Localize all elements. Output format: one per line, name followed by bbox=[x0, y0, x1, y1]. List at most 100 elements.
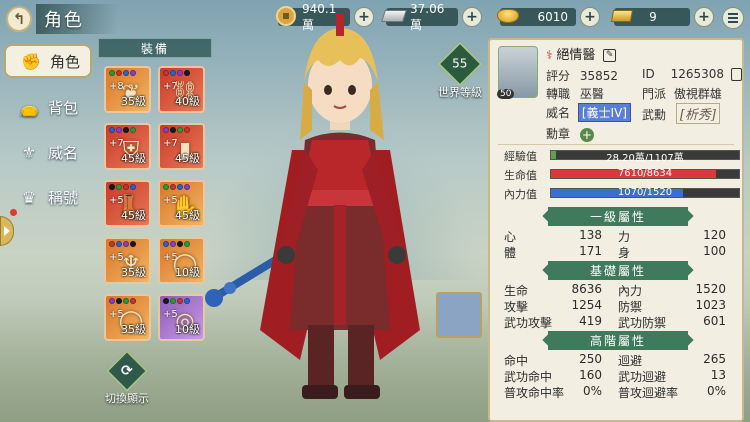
gem-socket-icon bbox=[116, 184, 122, 190]
equipment-slot[interactable]: +5 ◎ 10級 bbox=[158, 294, 205, 341]
gem-socket-icon bbox=[130, 70, 136, 76]
stat-row: 生命 8636 bbox=[504, 282, 602, 299]
stat-row: 普攻命中率 0% bbox=[504, 384, 602, 401]
swap-display-button[interactable]: ⟳ 切換顯示 bbox=[101, 349, 153, 406]
fame-value[interactable]: [義士IV] bbox=[577, 103, 631, 122]
equipment-slot[interactable]: +7 ⛨ 45級 bbox=[104, 123, 151, 170]
stat-label: 生命 bbox=[504, 284, 529, 298]
gem-socket-icon bbox=[116, 127, 122, 133]
stat-label: 力 bbox=[618, 230, 631, 244]
sect-value: 傲視群雄 bbox=[673, 87, 722, 101]
gem-socket-icon bbox=[109, 241, 115, 247]
gem-socket-icon bbox=[130, 127, 136, 133]
stat-label: 身 bbox=[618, 246, 631, 260]
item-level: 35級 bbox=[121, 323, 146, 336]
stat-bar-text: 1070/1520 bbox=[617, 187, 673, 198]
equipment-slot[interactable]: +5 ✋ 45級 bbox=[158, 180, 205, 227]
equipment-slot[interactable]: +8 ❦ 35級 bbox=[104, 66, 151, 113]
stat-label: 普攻迴避率 bbox=[618, 386, 679, 400]
gem-socket-icon bbox=[116, 241, 122, 247]
gem-socket-icon bbox=[184, 70, 190, 76]
equipment-slot[interactable]: +7 ▮ 45級 bbox=[158, 123, 205, 170]
gem-sockets bbox=[109, 127, 136, 133]
gem-socket-icon bbox=[163, 127, 169, 133]
stat-label: 心 bbox=[504, 230, 517, 244]
stat-label: 武功迴避 bbox=[618, 370, 667, 384]
gem-socket-icon bbox=[130, 241, 136, 247]
gem-socket-icon bbox=[184, 184, 190, 190]
gem-socket-icon bbox=[116, 70, 122, 76]
fashion-slot[interactable] bbox=[436, 292, 482, 338]
section-primary-title: 一級屬性 bbox=[548, 207, 688, 226]
gem-socket-icon bbox=[177, 127, 183, 133]
stat-value: 120 bbox=[703, 228, 726, 242]
edit-name-icon[interactable]: ✎ bbox=[603, 49, 617, 62]
add-gold-bar-button[interactable]: + bbox=[694, 7, 714, 27]
avatar[interactable]: 50 bbox=[497, 46, 538, 99]
equipment-slot[interactable]: +5 ◯ 10級 bbox=[158, 237, 205, 284]
equipment-slot[interactable]: +5 ♆ 35級 bbox=[104, 237, 151, 284]
martial-row: 武勳 [析秀] bbox=[642, 103, 720, 124]
gem-socket-icon bbox=[123, 241, 129, 247]
stat-row: 防禦 1023 bbox=[618, 298, 726, 315]
gem-socket-icon bbox=[163, 298, 169, 304]
stat-row: 命中 250 bbox=[504, 352, 602, 369]
gem-sockets bbox=[163, 241, 190, 247]
score-label: 評分 bbox=[546, 69, 571, 83]
score-row: 評分 35852 bbox=[546, 67, 618, 84]
stat-value: 0% bbox=[582, 384, 602, 398]
nav-item-fame[interactable]: ⚜ 威名 bbox=[4, 135, 92, 169]
character-info-panel: 50 ⚕ 絕情醫 ✎ 評分 35852 ID 1265308 轉職 巫醫 門派 … bbox=[488, 38, 744, 422]
back-icon[interactable]: ↰ bbox=[6, 6, 32, 32]
copy-id-icon[interactable] bbox=[730, 68, 742, 81]
gem-socket-icon bbox=[109, 184, 115, 190]
equipment-slot[interactable]: +7 ⛓ 40級 bbox=[158, 66, 205, 113]
menu-button[interactable] bbox=[722, 7, 744, 29]
page-title: 角色 bbox=[36, 4, 118, 34]
class-icon: ⚕ bbox=[546, 48, 553, 62]
gem-socket-icon bbox=[123, 127, 129, 133]
gem-sockets bbox=[109, 184, 136, 190]
gem-socket-icon bbox=[130, 184, 136, 190]
stat-row: 武功防禦 601 bbox=[618, 314, 726, 331]
stat-value: 138 bbox=[579, 228, 602, 242]
world-level-value: 55 bbox=[452, 57, 468, 71]
page-header: ↰ 角色 bbox=[6, 4, 118, 34]
swap-icon: ⟳ bbox=[105, 349, 149, 393]
equipment-slot[interactable]: +5 ◯ 35級 bbox=[104, 294, 151, 341]
martial-value[interactable]: [析秀] bbox=[675, 103, 720, 124]
gem-socket-icon bbox=[170, 70, 176, 76]
stat-value: 1520 bbox=[695, 282, 726, 296]
avatar-level: 50 bbox=[497, 89, 515, 99]
world-level[interactable]: 55 世界等級 bbox=[432, 41, 488, 100]
fame-row: 威名 [義士IV] bbox=[546, 103, 631, 122]
stat-row: 迴避 265 bbox=[618, 352, 726, 369]
gem-socket-icon bbox=[177, 298, 183, 304]
gem-sockets bbox=[163, 298, 190, 304]
stat-label: 內力 bbox=[618, 284, 643, 298]
nav-item-character[interactable]: ✊ 角色 bbox=[4, 44, 92, 78]
add-medal-icon[interactable]: + bbox=[579, 127, 594, 142]
stat-bar: 28.20萬/1107萬 bbox=[550, 150, 740, 164]
stat-label: 武功命中 bbox=[504, 370, 553, 384]
equipment-slot[interactable]: +5 👢 45級 bbox=[104, 180, 151, 227]
gold-ingot-icon bbox=[496, 4, 520, 28]
bag-icon: 👝 bbox=[19, 97, 39, 117]
equipment-title: 裝備 bbox=[98, 38, 212, 58]
item-level: 40級 bbox=[175, 95, 200, 108]
stat-row: 身 100 bbox=[618, 244, 726, 261]
item-level: 35級 bbox=[121, 266, 146, 279]
gem-sockets bbox=[109, 70, 136, 76]
gold-bar-icon bbox=[610, 4, 634, 28]
nav-item-title[interactable]: ♛ 稱號 bbox=[4, 180, 92, 214]
stat-bar: 7610/8634 bbox=[550, 168, 740, 179]
id-row: ID 1265308 bbox=[642, 67, 742, 81]
gem-socket-icon bbox=[130, 298, 136, 304]
nav-item-bag[interactable]: 👝 背包 bbox=[4, 90, 92, 124]
stat-value: 250 bbox=[579, 352, 602, 366]
resource-gold-bar: 9 + bbox=[610, 7, 718, 27]
stat-label: 武功防禦 bbox=[618, 316, 667, 330]
stat-bar: 1070/1520 bbox=[550, 187, 740, 198]
id-label: ID bbox=[642, 67, 655, 81]
add-gold-ingot-button[interactable]: + bbox=[580, 7, 600, 27]
